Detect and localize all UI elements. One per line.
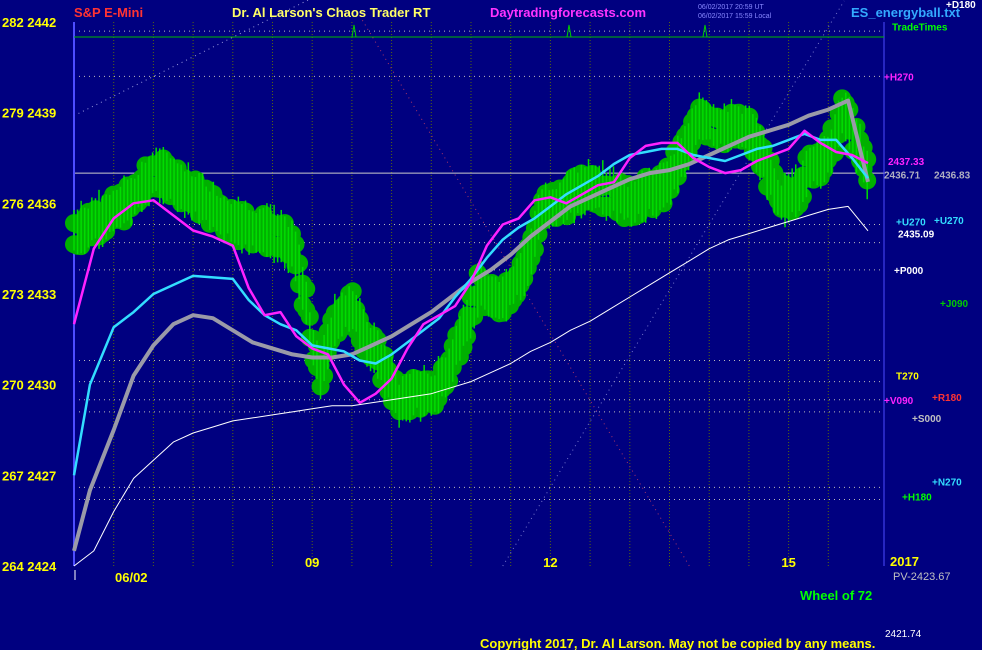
y-tick-label: 270 2430: [2, 378, 56, 393]
bottom-value-label: 2421.74: [885, 629, 922, 640]
file-name: ES_energyball.txt: [851, 5, 961, 20]
y-tick-label: 279 2439: [2, 106, 56, 121]
y-tick-label: 273 2433: [2, 287, 56, 302]
right-level-label: +P000: [894, 266, 924, 277]
right-level-label: +H270: [884, 72, 914, 83]
right-level-label: +V090: [884, 396, 914, 407]
instrument-title: S&P E-Mini: [74, 5, 143, 20]
year-label: 2017: [890, 554, 919, 569]
right-level-label: TradeTimes: [892, 23, 948, 34]
y-tick-label: 282 2442: [2, 15, 56, 30]
wheel-label: Wheel of 72: [800, 588, 872, 603]
y-tick-label: 264 2424: [2, 559, 57, 574]
right-level-label: +J090: [940, 299, 969, 310]
right-level-label: T270: [896, 372, 919, 383]
right-level-label: +U270: [896, 217, 926, 228]
right-level-label: +S000: [912, 414, 942, 425]
copyright: Copyright 2017, Dr. Al Larson. May not b…: [480, 636, 875, 650]
x-tick-label: 12: [543, 555, 557, 570]
pv-label: PV-2423.67: [893, 571, 951, 583]
start-date-label: 06/02: [115, 570, 148, 585]
right-level-label: 2435.09: [898, 230, 935, 241]
right-level-label: +N270: [932, 477, 962, 488]
y-tick-label: 276 2436: [2, 196, 56, 211]
website-link[interactable]: Daytradingforecasts.com: [490, 5, 646, 20]
chart: 282 2442 279 2439 276 2436 273 2433 270 2430…: [0, 0, 982, 650]
right-level-label: +H180: [902, 492, 932, 503]
x-tick-label: 09: [305, 555, 319, 570]
timestamp-local: 06/02/2017 15:59 Local: [698, 13, 772, 20]
timestamp-ut: 06/02/2017 20:59 UT: [698, 4, 764, 11]
right-level-label: 2436.71: [884, 171, 921, 182]
right-level-label: 2437.33: [888, 157, 925, 168]
right-level-label: 2436.83: [934, 171, 971, 182]
app-title: Dr. Al Larson's Chaos Trader RT: [232, 5, 430, 20]
y-tick-label: 267 2427: [2, 468, 56, 483]
x-tick-label: 15: [781, 555, 795, 570]
right-level-label: +U270: [934, 216, 964, 227]
right-level-label: +R180: [932, 393, 962, 404]
